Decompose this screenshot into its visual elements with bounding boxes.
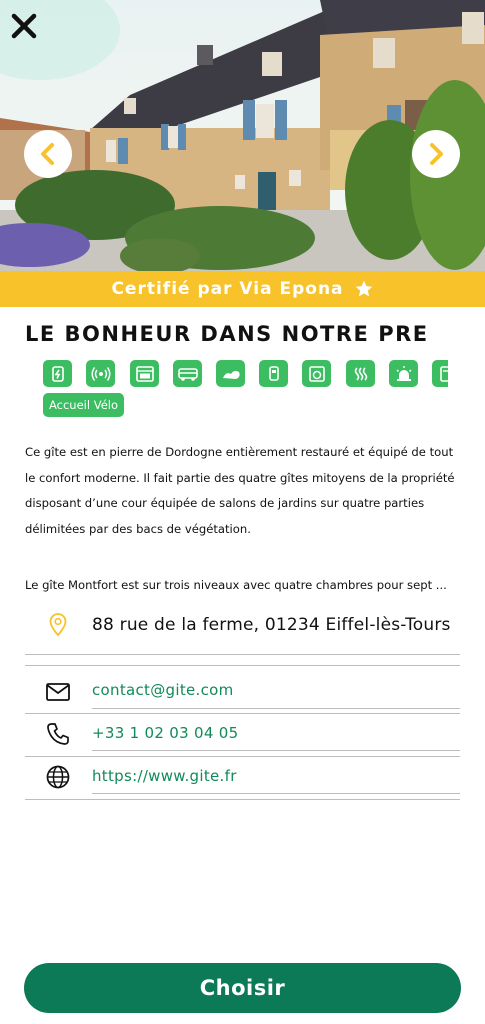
divider bbox=[25, 756, 460, 757]
divider bbox=[92, 708, 460, 709]
wifi-icon bbox=[86, 360, 115, 387]
heating-icon bbox=[346, 360, 375, 387]
tablet-icon bbox=[432, 360, 448, 387]
close-icon bbox=[11, 13, 37, 39]
phone-icon bbox=[45, 721, 71, 747]
divider bbox=[25, 799, 460, 800]
hero-photo bbox=[0, 0, 485, 271]
listing-title: LE BONHEUR DANS NOTRE PRE bbox=[25, 322, 429, 346]
next-photo-button[interactable] bbox=[412, 130, 460, 178]
hand-dryer-icon bbox=[259, 360, 288, 387]
description-more[interactable]: Le gîte Montfort est sur trois niveaux a… bbox=[25, 573, 465, 598]
mail-icon bbox=[45, 679, 71, 705]
phone-row[interactable]: +33 1 02 03 04 05 bbox=[25, 719, 460, 751]
certification-text: Certifié par Via Epona bbox=[111, 279, 344, 299]
divider bbox=[25, 665, 460, 666]
divider bbox=[92, 793, 460, 794]
phone-link[interactable]: +33 1 02 03 04 05 bbox=[92, 724, 239, 742]
oven-icon bbox=[130, 360, 159, 387]
certification-banner: Certifié par Via Epona bbox=[0, 271, 485, 307]
washing-machine-icon bbox=[302, 360, 331, 387]
location-pin-icon bbox=[45, 612, 71, 638]
previous-photo-button[interactable] bbox=[24, 130, 72, 178]
chevron-right-icon bbox=[430, 143, 443, 165]
star-icon bbox=[354, 279, 374, 299]
email-link[interactable]: contact@gite.com bbox=[92, 681, 234, 699]
chevron-left-icon bbox=[41, 143, 54, 165]
bus-icon bbox=[173, 360, 202, 387]
accueil-velo-badge: Accueil Vélo bbox=[43, 393, 124, 417]
divider bbox=[92, 750, 460, 751]
laundry-icon bbox=[216, 360, 245, 387]
divider bbox=[25, 654, 460, 655]
alarm-light-icon bbox=[389, 360, 418, 387]
charging-station-icon bbox=[43, 360, 72, 387]
choose-button[interactable]: Choisir bbox=[24, 963, 461, 1013]
close-button[interactable] bbox=[10, 12, 38, 40]
address-row: 88 rue de la ferme, 01234 Eiffel-lès-Tou… bbox=[25, 610, 460, 654]
divider bbox=[25, 713, 460, 714]
website-link[interactable]: https://www.gite.fr bbox=[92, 767, 237, 785]
address-text: 88 rue de la ferme, 01234 Eiffel-lès-Tou… bbox=[92, 615, 451, 635]
description-paragraph: Ce gîte est en pierre de Dordogne entièr… bbox=[25, 445, 455, 536]
globe-icon bbox=[45, 764, 71, 790]
website-row[interactable]: https://www.gite.fr bbox=[25, 762, 460, 794]
amenities-row bbox=[43, 360, 448, 388]
email-row[interactable]: contact@gite.com bbox=[25, 676, 460, 708]
